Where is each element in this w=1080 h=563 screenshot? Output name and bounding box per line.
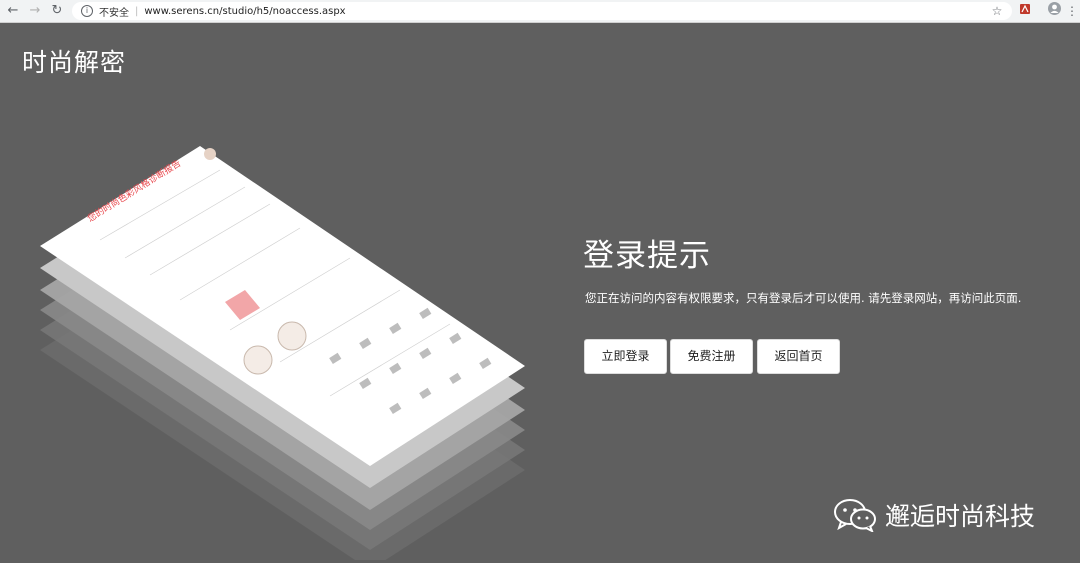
face-sketch-2 (277, 321, 307, 351)
address-bar[interactable]: i 不安全 | www.serens.cn/studio/h5/noaccess… (72, 2, 1012, 20)
home-button[interactable]: 返回首页 (757, 339, 840, 374)
menu-dots-icon[interactable]: ⋮ (1066, 2, 1078, 20)
browser-toolbar: ← → ↻ i 不安全 | www.serens.cn/studio/h5/no… (0, 0, 1080, 23)
info-icon[interactable]: i (81, 5, 93, 17)
wechat-watermark: 邂逅时尚科技 (833, 497, 1035, 533)
face-sketch-1 (243, 345, 273, 375)
page-title: 登录提示 (583, 238, 711, 274)
security-label: 不安全 (99, 7, 129, 19)
url-text: www.serens.cn/studio/h5/noaccess.aspx (144, 5, 346, 17)
profile-avatar-icon[interactable] (1046, 2, 1062, 20)
forward-arrow-icon[interactable]: → (26, 2, 44, 20)
wechat-icon (834, 499, 876, 532)
report-pages-illustration: 您的时尚色彩风格诊断报告 (40, 146, 525, 560)
login-button[interactable]: 立即登录 (584, 339, 667, 374)
pdf-extension-icon[interactable] (1018, 2, 1032, 20)
back-arrow-icon[interactable]: ← (4, 2, 22, 20)
reload-icon[interactable]: ↻ (48, 2, 66, 20)
watermark-text: 邂逅时尚科技 (885, 502, 1036, 531)
avatar-thumb (204, 148, 216, 160)
site-logo[interactable]: 时尚解密 (22, 43, 126, 79)
bookmark-star-icon[interactable]: ☆ (990, 2, 1004, 20)
register-button[interactable]: 免费注册 (670, 339, 753, 374)
notice-description: 您正在访问的内容有权限要求，只有登录后才可以使用. 请先登录网站，再访问此页面. (585, 291, 1022, 305)
address-divider: | (135, 5, 139, 17)
